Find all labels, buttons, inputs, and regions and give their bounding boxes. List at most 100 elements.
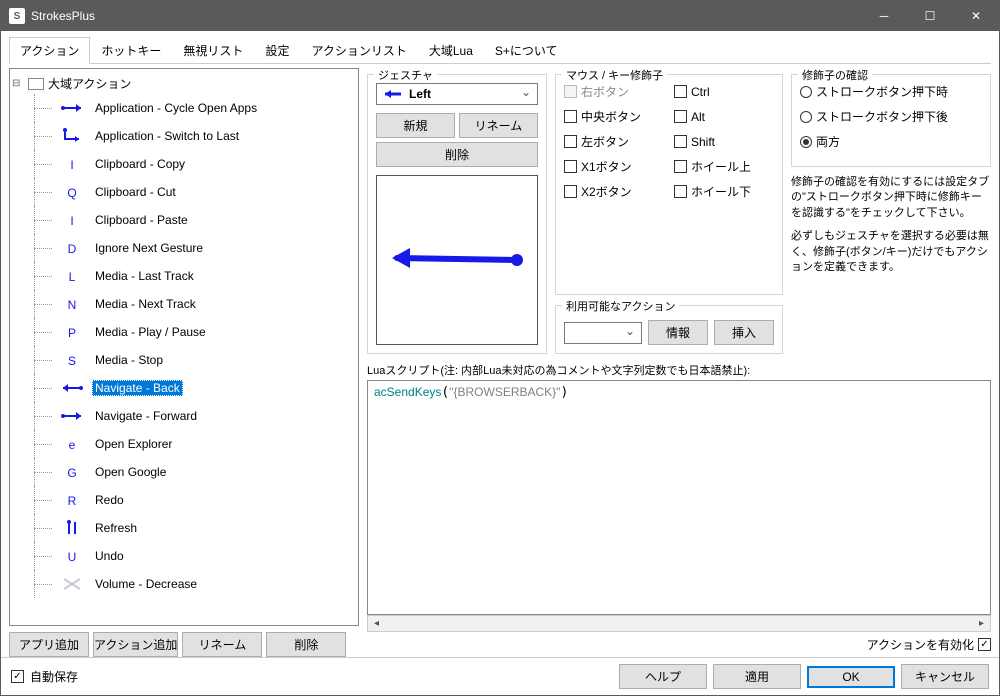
gesture-thumb-icon: R: [58, 490, 86, 510]
tree-item[interactable]: Application - Cycle Open Apps: [10, 94, 358, 122]
tree-item[interactable]: SMedia - Stop: [10, 346, 358, 374]
tree-item[interactable]: U Undo: [10, 542, 358, 570]
tree-item[interactable]: LMedia - Last Track: [10, 262, 358, 290]
tree-item[interactable]: GOpen Google: [10, 458, 358, 486]
rename-button[interactable]: リネーム: [182, 632, 262, 657]
tree-item-label: Clipboard - Copy: [92, 156, 188, 172]
tree-root-label: 大域アクション: [48, 75, 131, 92]
svg-text:U: U: [68, 550, 77, 564]
available-actions-title: 利用可能なアクション: [562, 298, 679, 314]
enable-action-checkbox[interactable]: [978, 638, 991, 651]
tree-item-label: Media - Last Track: [92, 268, 197, 284]
gesture-new-button[interactable]: 新規: [376, 113, 455, 138]
tree-item[interactable]: Navigate - Forward: [10, 402, 358, 430]
chk-alt[interactable]: Alt: [674, 108, 774, 125]
chk-ctrl[interactable]: Ctrl: [674, 83, 774, 100]
info-button[interactable]: 情報: [648, 320, 708, 345]
maximize-button[interactable]: ☐: [907, 1, 953, 31]
gesture-select[interactable]: Left: [376, 83, 538, 105]
tree-item[interactable]: Refresh: [10, 514, 358, 542]
tree-root[interactable]: 大域アクション: [10, 73, 358, 94]
gesture-rename-button[interactable]: リネーム: [459, 113, 538, 138]
svg-text:D: D: [68, 242, 77, 256]
gesture-thumb-icon: [58, 406, 86, 426]
tree-item[interactable]: IClipboard - Paste: [10, 206, 358, 234]
chk-wheelup[interactable]: ホイール上: [674, 158, 774, 175]
script-hscrollbar[interactable]: [367, 615, 991, 632]
gesture-delete-button[interactable]: 削除: [376, 142, 538, 167]
lua-script-editor[interactable]: acSendKeys("{BROWSERBACK}"): [367, 380, 991, 615]
tree-item-label: Refresh: [92, 520, 140, 536]
cancel-button[interactable]: キャンセル: [901, 664, 989, 689]
tab-ignore[interactable]: 無視リスト: [172, 37, 254, 63]
tree-item[interactable]: Application - Switch to Last: [10, 122, 358, 150]
tree-item[interactable]: DIgnore Next Gesture: [10, 234, 358, 262]
chk-shift[interactable]: Shift: [674, 133, 774, 150]
tree-item-label: Redo: [92, 492, 127, 508]
chk-right: 右ボタン: [564, 83, 664, 100]
gesture-thumb-icon: [58, 574, 86, 594]
action-tree[interactable]: 大域アクション Application - Cycle Open Apps App…: [9, 68, 359, 626]
tab-hotkeys[interactable]: ホットキー: [90, 37, 172, 63]
add-app-button[interactable]: アプリ追加: [9, 632, 89, 657]
gesture-thumb-icon: N: [58, 294, 86, 314]
tree-item[interactable]: Volume - Decrease: [10, 570, 358, 598]
ok-button[interactable]: OK: [807, 666, 895, 688]
svg-text:R: R: [68, 494, 77, 508]
tab-settings[interactable]: 設定: [254, 37, 300, 63]
radio-both[interactable]: 両方: [800, 133, 982, 150]
delete-button[interactable]: 削除: [266, 632, 346, 657]
svg-text:S: S: [68, 354, 76, 368]
radio-after-press[interactable]: ストロークボタン押下後: [800, 108, 982, 125]
tab-actions[interactable]: アクション: [9, 37, 90, 64]
tree-item[interactable]: R Redo: [10, 486, 358, 514]
available-actions-select[interactable]: [564, 322, 642, 344]
tab-actionlist[interactable]: アクションリスト: [300, 37, 417, 63]
svg-text:Q: Q: [67, 186, 76, 200]
check-modifiers-title: 修飾子の確認: [798, 68, 872, 83]
window-title: StrokesPlus: [31, 9, 861, 23]
gesture-thumb-icon: G: [58, 462, 86, 482]
tree-item[interactable]: QClipboard - Cut: [10, 178, 358, 206]
gesture-thumb-icon: P: [58, 322, 86, 342]
apply-button[interactable]: 適用: [713, 664, 801, 689]
chk-middle[interactable]: 中央ボタン: [564, 108, 664, 125]
chk-left[interactable]: 左ボタン: [564, 133, 664, 150]
gesture-thumb-icon: Q: [58, 182, 86, 202]
gesture-thumb-icon: [58, 518, 86, 538]
tab-about[interactable]: S+について: [484, 37, 569, 63]
tree-item-label: Undo: [92, 548, 127, 564]
tree-item[interactable]: Navigate - Back: [10, 374, 358, 402]
insert-button[interactable]: 挿入: [714, 320, 774, 345]
minimize-button[interactable]: ─: [861, 1, 907, 31]
chk-wheeldown[interactable]: ホイール下: [674, 183, 774, 200]
check-modifiers-group: 修飾子の確認 ストロークボタン押下時 ストロークボタン押下後 両方: [791, 74, 991, 167]
chk-x1[interactable]: X1ボタン: [564, 158, 664, 175]
autosave-checkbox[interactable]: [11, 670, 24, 683]
svg-text:I: I: [70, 158, 73, 172]
tree-item-label: Media - Play / Pause: [92, 324, 209, 340]
folder-icon: [28, 78, 44, 90]
tree-item-label: Application - Switch to Last: [92, 128, 242, 144]
help-button[interactable]: ヘルプ: [619, 664, 707, 689]
tree-item-label: Clipboard - Paste: [92, 212, 191, 228]
tree-item[interactable]: NMedia - Next Track: [10, 290, 358, 318]
svg-text:G: G: [67, 466, 76, 480]
tree-item[interactable]: P Media - Play / Pause: [10, 318, 358, 346]
gesture-thumb-icon: S: [58, 350, 86, 370]
tree-item-label: Navigate - Back: [92, 380, 183, 396]
footer: 自動保存 ヘルプ 適用 OK キャンセル: [1, 657, 999, 695]
gesture-group-title: ジェスチャ: [374, 68, 437, 83]
tree-item[interactable]: I Clipboard - Copy: [10, 150, 358, 178]
chk-x2[interactable]: X2ボタン: [564, 183, 664, 200]
gesture-thumb-icon: e: [58, 434, 86, 454]
modifiers-title: マウス / キー修飾子: [562, 68, 667, 83]
script-label: Luaスクリプト(注: 内部Lua未対応の為コメントや文字列定数でも日本語禁止)…: [367, 362, 991, 378]
tab-globallua[interactable]: 大域Lua: [418, 37, 484, 63]
add-action-button[interactable]: アクション追加: [93, 632, 178, 657]
tree-item[interactable]: eOpen Explorer: [10, 430, 358, 458]
app-icon: S: [9, 8, 25, 24]
close-button[interactable]: ✕: [953, 1, 999, 31]
svg-text:e: e: [69, 438, 76, 452]
radio-on-press[interactable]: ストロークボタン押下時: [800, 83, 982, 100]
